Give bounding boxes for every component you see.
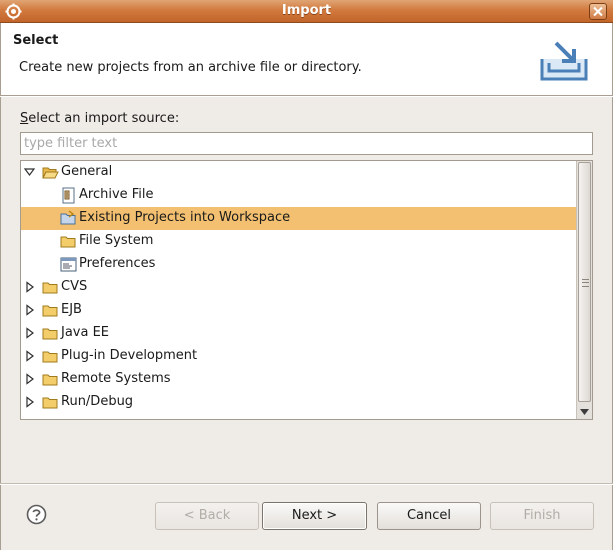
collapsed-arrow-icon[interactable] xyxy=(24,281,35,293)
window-title: Import xyxy=(281,3,332,18)
preferences-icon xyxy=(60,257,77,272)
tree-item-label: EJB xyxy=(61,302,82,317)
tree-item-label: Preferences xyxy=(79,256,156,271)
tree-item-label: Remote Systems xyxy=(61,371,171,386)
wizard-banner: Select Create new projects from an archi… xyxy=(0,23,613,95)
folder-icon xyxy=(60,236,76,248)
next-button[interactable]: Next > xyxy=(262,502,367,530)
tree-item-label: Existing Projects into Workspace xyxy=(79,210,291,225)
close-button[interactable] xyxy=(589,3,607,20)
scrollbar-thumb[interactable] xyxy=(578,162,591,402)
title-bar: Import xyxy=(0,0,613,23)
close-icon xyxy=(593,6,603,17)
tree-item[interactable]: CVS xyxy=(21,276,577,299)
back-button[interactable]: < Back xyxy=(155,502,259,530)
tree-item-label: General xyxy=(61,164,113,179)
folder-icon xyxy=(42,351,58,363)
folder-icon xyxy=(42,374,58,386)
cancel-button[interactable]: Cancel xyxy=(377,502,481,530)
label-text: elect an import source: xyxy=(28,111,180,126)
scroll-down-arrow-icon[interactable] xyxy=(579,407,590,417)
filter-input[interactable] xyxy=(20,132,593,155)
folder-icon xyxy=(42,282,58,294)
button-bar-separator xyxy=(0,483,613,485)
help-icon[interactable] xyxy=(26,504,47,525)
tree-item[interactable]: File System xyxy=(21,230,577,253)
finish-button[interactable]: Finish xyxy=(490,502,594,530)
tree-item[interactable]: Preferences xyxy=(21,253,577,276)
tree-item-label: CVS xyxy=(61,279,88,294)
tree-item-label: Java EE xyxy=(61,325,110,340)
archive-file-icon xyxy=(62,187,75,204)
page-description: Create new projects from an archive file… xyxy=(19,60,362,75)
collapsed-arrow-icon[interactable] xyxy=(24,373,35,385)
import-wizard-icon xyxy=(540,41,588,81)
collapsed-arrow-icon[interactable] xyxy=(24,304,35,316)
import-source-tree[interactable]: General Archive File Existing Projects int… xyxy=(20,160,593,420)
tree-item[interactable]: Plug-in Development xyxy=(21,345,577,368)
tree-vertical-scrollbar[interactable] xyxy=(576,161,592,419)
folder-icon xyxy=(42,305,58,317)
tree-item[interactable]: Remote Systems xyxy=(21,368,577,391)
tree-item[interactable]: General xyxy=(21,161,577,184)
tree-item-label: Plug-in Development xyxy=(61,348,198,363)
tree-item-label: File System xyxy=(79,233,154,248)
collapsed-arrow-icon[interactable] xyxy=(24,327,35,339)
folder-open-icon xyxy=(42,167,59,179)
expanded-arrow-icon[interactable] xyxy=(24,166,35,178)
page-title: Select xyxy=(13,33,59,48)
window-frame-left xyxy=(0,23,1,550)
folder-icon xyxy=(42,397,58,409)
folder-icon xyxy=(42,328,58,340)
collapsed-arrow-icon[interactable] xyxy=(24,396,35,408)
tree-item[interactable]: Run/Debug xyxy=(21,391,577,414)
tree-item[interactable]: Existing Projects into Workspace xyxy=(21,207,577,230)
tree-item-label: Archive File xyxy=(79,187,154,202)
tree-item[interactable]: Archive File xyxy=(21,184,577,207)
banner-separator xyxy=(0,95,613,97)
tree-item-label: Run/Debug xyxy=(61,394,134,409)
existing-projects-icon xyxy=(60,210,76,225)
collapsed-arrow-icon[interactable] xyxy=(24,350,35,362)
tree-item[interactable]: EJB xyxy=(21,299,577,322)
import-source-label: Select an import source: xyxy=(20,111,179,126)
tree-item[interactable]: Java EE xyxy=(21,322,577,345)
scrollbar-grip xyxy=(582,279,589,287)
